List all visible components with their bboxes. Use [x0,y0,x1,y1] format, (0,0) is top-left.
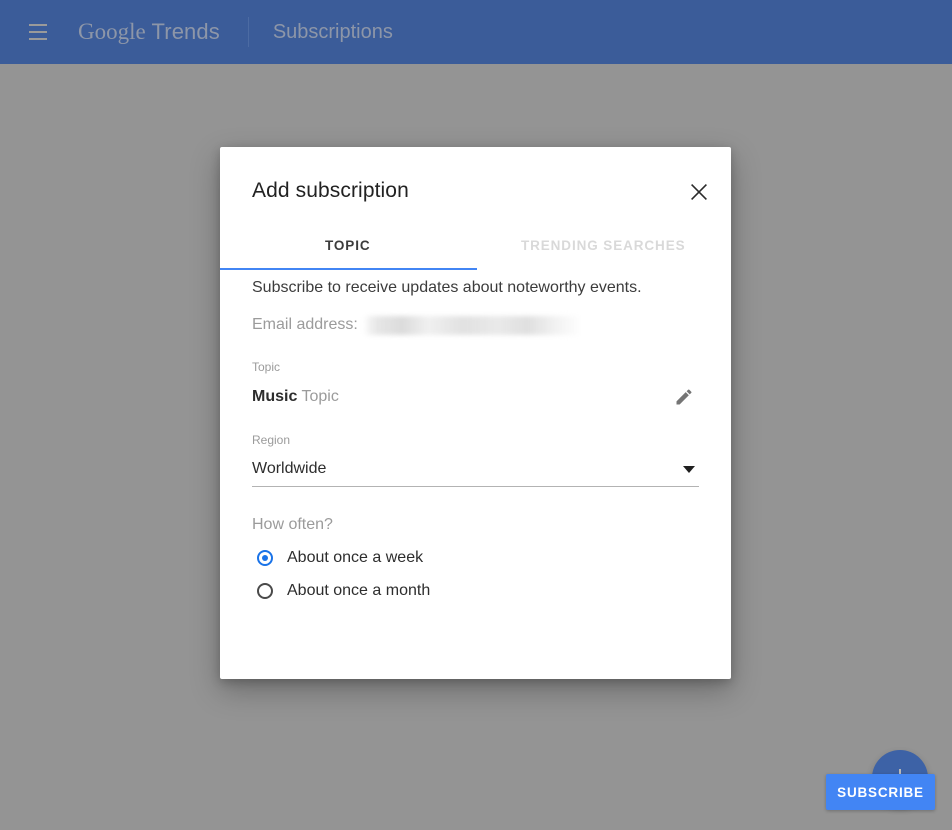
radio-button-unselected[interactable] [257,583,273,599]
tab-topic[interactable]: TOPIC [220,226,476,270]
frequency-option-weekly[interactable]: About once a week [252,549,699,567]
topic-field-row: Music Topic [252,385,699,409]
region-select-value: Worldwide [252,460,327,477]
email-address-value-redacted [363,315,579,335]
hamburger-line [29,24,47,26]
close-icon[interactable] [684,177,714,207]
header-section-title[interactable]: Subscriptions [273,21,393,44]
tab-active-underline [220,268,477,270]
pencil-edit-icon[interactable] [671,384,697,410]
add-subscription-dialog: Add subscription TOPIC TRENDING SEARCHES… [220,147,935,810]
frequency-label: How often? [252,516,333,533]
frequency-option-monthly-label: About once a month [287,582,431,599]
app-header: Google Trends Subscriptions [0,0,952,64]
brand-trends-text: Trends [151,19,220,44]
dialog-description: Subscribe to receive updates about notew… [252,279,642,296]
email-address-row: Email address: [252,314,699,336]
hamburger-menu-icon[interactable] [20,14,56,50]
header-divider [247,17,249,47]
hamburger-line [29,31,47,33]
radio-button-selected[interactable] [257,550,273,566]
email-address-label: Email address: [252,316,358,333]
topic-value-type: Topic [301,388,339,405]
region-select[interactable]: Worldwide [252,456,699,487]
frequency-option-monthly[interactable]: About once a month [252,582,699,600]
dialog-content: Subscribe to receive updates about notew… [252,278,699,600]
topic-value: Music Topic [252,388,339,406]
brand-logo[interactable]: Google Trends [78,19,220,45]
dialog-header: Add subscription [220,147,731,226]
dialog-tabs: TOPIC TRENDING SEARCHES [220,226,731,270]
tab-trending-searches[interactable]: TRENDING SEARCHES [476,226,732,270]
brand-google-text: Google [78,19,146,44]
hamburger-line [29,38,47,40]
dialog-title: Add subscription [252,179,409,202]
chevron-down-icon [683,465,695,473]
subscribe-button[interactable]: SUBSCRIBE [826,774,935,810]
topic-value-name: Music [252,388,298,405]
region-field-label: Region [252,433,291,447]
topic-field-label: Topic [252,360,281,374]
frequency-option-weekly-label: About once a week [287,549,424,566]
